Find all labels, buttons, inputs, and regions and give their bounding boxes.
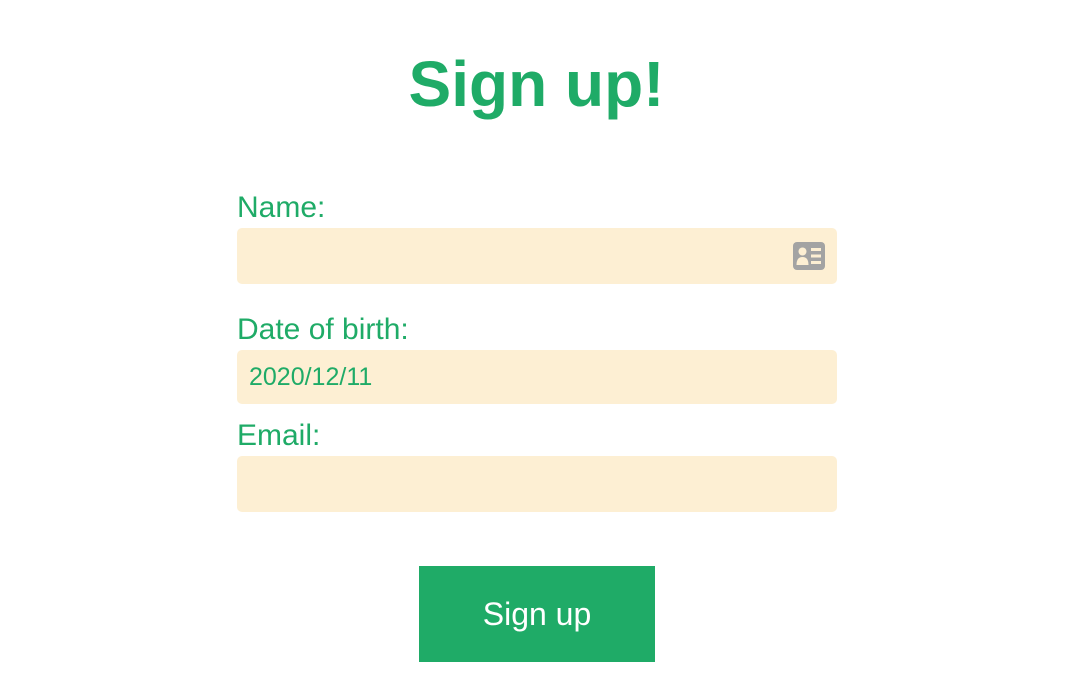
name-label: Name:: [237, 191, 326, 224]
name-input[interactable]: [237, 228, 837, 284]
dob-field-container: [237, 350, 837, 404]
dob-label: Date of birth:: [237, 313, 409, 346]
email-label: Email:: [237, 419, 321, 452]
signup-page: Sign up! Name: Date of birth: Email: Sig…: [0, 0, 1065, 696]
contact-card-icon[interactable]: [793, 242, 825, 270]
sign-up-button[interactable]: Sign up: [419, 566, 655, 662]
page-title: Sign up!: [408, 48, 665, 120]
name-field-container: [237, 228, 837, 284]
dob-input[interactable]: [237, 350, 837, 404]
email-input[interactable]: [237, 456, 837, 512]
email-field-container: [237, 456, 837, 512]
